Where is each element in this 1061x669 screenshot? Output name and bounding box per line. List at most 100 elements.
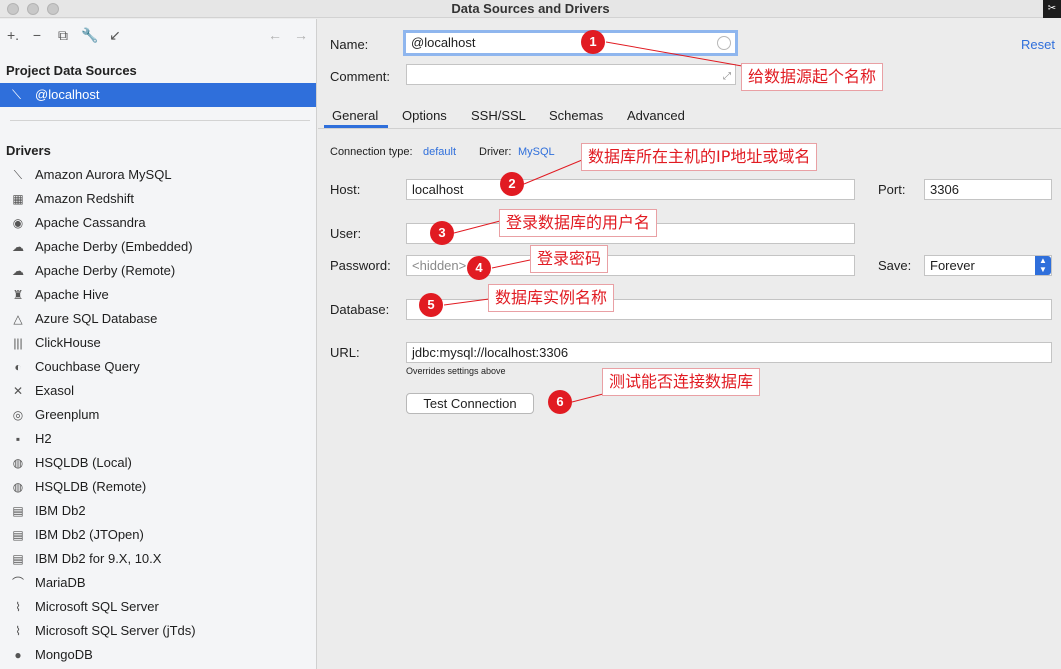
copy-icon[interactable]: ⧉	[55, 27, 71, 43]
driver-label: Apache Derby (Remote)	[35, 263, 176, 278]
url-input[interactable]: jdbc:mysql://localhost:3306	[406, 342, 1052, 363]
driver-label: Microsoft SQL Server (jTds)	[35, 623, 196, 638]
password-label: Password:	[330, 258, 391, 273]
name-label: Name:	[330, 37, 369, 52]
tab-general[interactable]: General	[332, 108, 378, 123]
driver-item[interactable]: △ Azure SQL Database	[0, 307, 316, 331]
test-connection-button[interactable]: Test Connection	[406, 393, 534, 414]
driver-label: Apache Hive	[35, 287, 109, 302]
driver-icon: ●	[14, 648, 22, 662]
host-label: Host:	[330, 182, 361, 197]
window-title: Data Sources and Drivers	[451, 1, 610, 16]
host-value: localhost	[412, 182, 464, 197]
tab-ssh-ssl[interactable]: SSH/SSL	[471, 108, 526, 123]
remove-icon[interactable]: −	[29, 27, 45, 43]
driver-icon: ◍	[12, 480, 24, 494]
back-arrow-icon[interactable]: ←	[267, 27, 283, 43]
driver-icon: ▤	[12, 552, 24, 566]
annotation-badge-4: 4	[467, 256, 491, 280]
driver-label: ClickHouse	[35, 335, 101, 350]
wrench-icon[interactable]: 🔧	[81, 27, 98, 43]
driver-label: Amazon Aurora MySQL	[35, 167, 172, 182]
driver-icon: |||	[13, 336, 23, 350]
reset-link[interactable]: Reset	[1021, 37, 1055, 52]
driver-item[interactable]: ☁ Apache Derby (Embedded)	[0, 235, 316, 259]
host-input[interactable]: localhost	[406, 179, 855, 200]
driver-label: Apache Cassandra	[35, 215, 146, 230]
driver-icon: ♜	[12, 288, 24, 302]
driver-icon: ◉	[12, 216, 24, 230]
driver-icon: ◐	[14, 360, 22, 374]
driver-item[interactable]: ⌇ Microsoft SQL Server (jTds)	[0, 619, 316, 643]
driver-item[interactable]: ⟍ Amazon Aurora MySQL	[0, 163, 316, 187]
driver-item[interactable]: ◍ HSQLDB (Remote)	[0, 475, 316, 499]
tab-schemas[interactable]: Schemas	[549, 108, 603, 123]
driver-link[interactable]: MySQL	[518, 146, 555, 158]
drivers-header: Drivers	[6, 143, 51, 158]
driver-icon: ✕	[12, 384, 24, 398]
expand-icon[interactable]: ⤢	[723, 69, 731, 84]
driver-item[interactable]: ⌇ Microsoft SQL Server	[0, 595, 316, 619]
driver-item[interactable]: ✕ Exasol	[0, 379, 316, 403]
comment-field[interactable]: ⤢	[406, 64, 736, 85]
name-clear-circle-icon[interactable]	[717, 36, 731, 50]
driver-item[interactable]: ◉ Apache Cassandra	[0, 211, 316, 235]
name-field[interactable]: @localhost	[403, 30, 738, 56]
database-label: Database:	[330, 302, 390, 317]
save-value: Forever	[930, 258, 975, 273]
tab-advanced[interactable]: Advanced	[627, 108, 685, 123]
driver-item[interactable]: ☁ Apache Derby (Remote)	[0, 259, 316, 283]
driver-item[interactable]: ◎ Greenplum	[0, 403, 316, 427]
annotation-note-4: 登录密码	[530, 245, 609, 273]
driver-item[interactable]: ▤ IBM Db2	[0, 499, 316, 523]
driver-icon: ⟍	[13, 168, 23, 182]
sidebar-divider	[10, 120, 310, 121]
driver-icon: ◍	[12, 456, 24, 470]
driver-icon: △	[13, 312, 23, 326]
tab-options[interactable]: Options	[402, 108, 447, 123]
driver-label: Driver:	[479, 146, 512, 158]
port-label: Port:	[878, 182, 906, 197]
driver-icon: ⌇	[15, 624, 21, 638]
driver-label: MariaDB	[35, 575, 86, 590]
driver-label: Couchbase Query	[35, 359, 140, 374]
comment-label: Comment:	[330, 69, 390, 84]
connection-type-link[interactable]: default	[423, 146, 456, 158]
add-icon[interactable]: +.	[5, 27, 21, 43]
driver-icon: ▤	[12, 504, 24, 518]
driver-label: MongoDB	[35, 647, 93, 662]
driver-item[interactable]: ◐ Couchbase Query	[0, 355, 316, 379]
driver-item[interactable]: ♜ Apache Hive	[0, 283, 316, 307]
driver-label: Azure SQL Database	[35, 311, 158, 326]
driver-icon: ◎	[12, 408, 24, 422]
url-label: URL:	[330, 345, 360, 360]
data-source-item-localhost[interactable]: ⟍ @localhost	[0, 83, 316, 107]
save-label: Save:	[878, 258, 912, 273]
driver-item[interactable]: ▪ H2	[0, 427, 316, 451]
annotation-badge-6: 6	[548, 390, 572, 414]
driver-label: HSQLDB (Local)	[35, 455, 132, 470]
go-to-icon[interactable]: ↙	[107, 27, 123, 43]
annotation-note-5: 数据库实例名称	[488, 284, 615, 312]
driver-item[interactable]: ▦ Amazon Redshift	[0, 187, 316, 211]
driver-item[interactable]: ▤ IBM Db2 for 9.X, 10.X	[0, 547, 316, 571]
forward-arrow-icon[interactable]: →	[293, 27, 309, 43]
annotation-badge-2: 2	[500, 172, 524, 196]
annotation-note-2: 数据库所在主机的IP地址或域名	[581, 143, 818, 171]
driver-item[interactable]: ▤ IBM Db2 (JTOpen)	[0, 523, 316, 547]
driver-item[interactable]: ● MongoDB	[0, 643, 316, 667]
sidebar-toolbar: +. − ⧉ 🔧 ↙ ← →	[0, 19, 316, 53]
driver-label: Greenplum	[35, 407, 100, 422]
save-select[interactable]: Forever ▲ ▼	[924, 255, 1052, 276]
driver-item[interactable]: ◍ HSQLDB (Local)	[0, 451, 316, 475]
driver-label: Microsoft SQL Server	[35, 599, 159, 614]
driver-label: HSQLDB (Remote)	[35, 479, 147, 494]
driver-label: Apache Derby (Embedded)	[35, 239, 193, 254]
driver-icon: ⌒	[11, 576, 24, 590]
driver-item[interactable]: ||| ClickHouse	[0, 331, 316, 355]
port-input[interactable]: 3306	[924, 179, 1052, 200]
password-placeholder: <hidden>	[412, 258, 467, 273]
driver-icon: ▦	[12, 192, 24, 206]
driver-item[interactable]: ⌒ MariaDB	[0, 571, 316, 595]
title-bar: Data Sources and Drivers ✂	[0, 0, 1061, 18]
